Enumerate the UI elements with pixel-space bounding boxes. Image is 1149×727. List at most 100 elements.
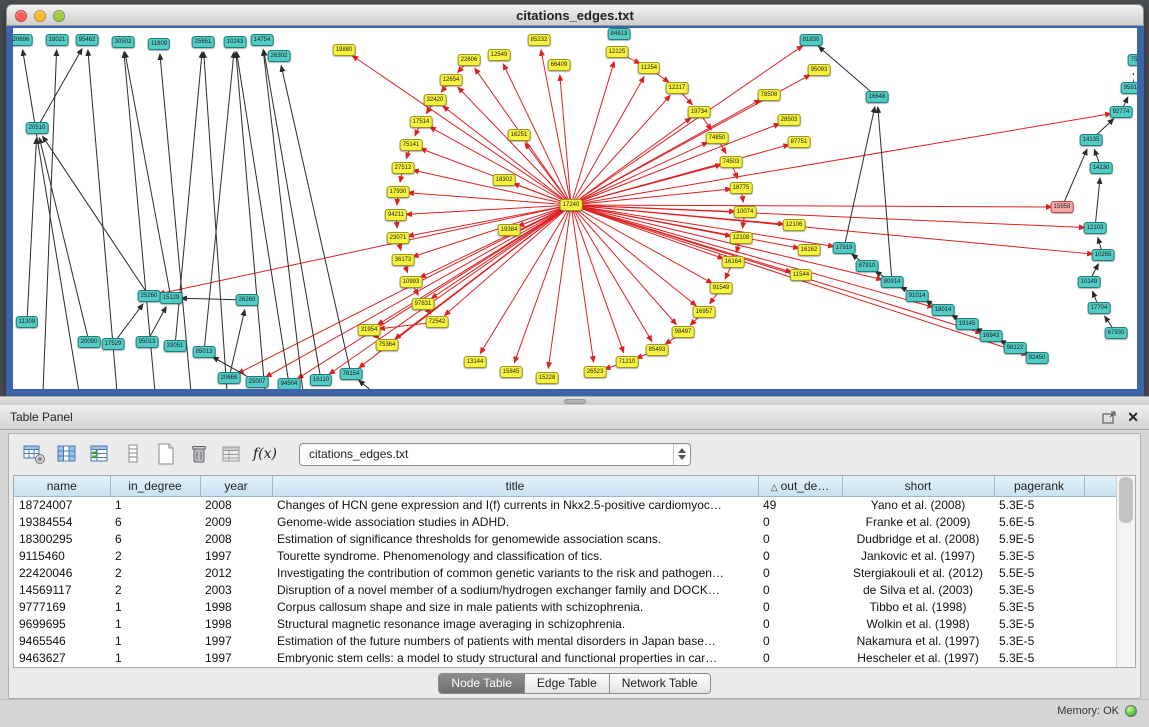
table-settings-icon[interactable] — [21, 441, 47, 467]
graph-edge[interactable] — [204, 52, 227, 389]
graph-edge[interactable] — [159, 205, 571, 294]
graph-node[interactable]: 11254 — [638, 62, 660, 74]
graph-node[interactable]: 92774 — [1110, 106, 1133, 118]
window-minimize-button[interactable] — [34, 10, 46, 22]
graph-edge[interactable] — [571, 205, 799, 248]
table-row[interactable]: 969969511998Structural magnetic resonanc… — [14, 616, 1116, 633]
graph-node[interactable]: 15845 — [500, 366, 523, 378]
graph-node[interactable]: 20510 — [26, 122, 49, 134]
graph-node[interactable]: 32420 — [424, 94, 447, 106]
graph-node[interactable]: 33051 — [164, 340, 187, 352]
graph-edge[interactable] — [431, 205, 571, 298]
graph-node[interactable]: 67930 — [1105, 327, 1128, 339]
graph-node[interactable]: 17529 — [102, 338, 125, 350]
graph-node[interactable]: 12549 — [488, 49, 511, 61]
window-close-button[interactable] — [15, 10, 27, 22]
graph-node[interactable]: 95462 — [76, 34, 99, 46]
graph-node[interactable]: 11309 — [16, 316, 38, 328]
graph-node[interactable]: 16648 — [866, 91, 889, 103]
graph-edge[interactable] — [571, 205, 676, 324]
panel-resize-handle[interactable] — [0, 396, 1149, 405]
graph-edge[interactable] — [1095, 178, 1100, 228]
graph-node[interactable]: 26260 — [236, 294, 259, 306]
graph-node[interactable]: 15129 — [160, 292, 183, 304]
graph-node[interactable]: 85232 — [528, 34, 551, 46]
tab-edge-table[interactable]: Edge Table — [525, 674, 610, 693]
graph-edge[interactable] — [238, 205, 571, 373]
table-scrollbar[interactable] — [1116, 476, 1135, 667]
graph-node[interactable]: 66409 — [548, 59, 571, 71]
graph-node[interactable]: 85493 — [646, 344, 669, 356]
graph-edge[interactable] — [571, 62, 614, 205]
graph-node[interactable]: 84613 — [608, 28, 631, 40]
graph-edge[interactable] — [878, 107, 892, 282]
graph-node[interactable]: 74850 — [706, 132, 729, 144]
graph-edge[interactable] — [525, 143, 571, 205]
table-selector-dropdown[interactable]: citations_edges.txt — [299, 443, 691, 466]
graph-node[interactable]: 87910 — [856, 260, 879, 272]
graph-node[interactable]: 91014 — [906, 290, 929, 302]
graph-node[interactable]: 12125 — [606, 46, 629, 58]
graph-node[interactable]: 10149 — [1078, 276, 1101, 288]
graph-node[interactable]: 16162 — [798, 244, 821, 256]
float-panel-icon[interactable] — [1102, 411, 1117, 424]
delete-table-icon[interactable] — [186, 441, 212, 467]
graph-node[interactable]: 23071 — [387, 232, 410, 244]
edit-table-icon[interactable] — [87, 441, 113, 467]
graph-node[interactable]: 17240 — [560, 199, 583, 211]
graph-edge[interactable] — [571, 46, 803, 205]
column-header-title[interactable]: title — [272, 476, 758, 496]
graph-node[interactable]: 25007 — [246, 376, 269, 388]
graph-node[interactable]: 17930 — [387, 186, 410, 198]
graph-node[interactable]: 78508 — [758, 89, 781, 101]
graph-node[interactable]: 22606 — [458, 54, 481, 66]
graph-node[interactable]: 26523 — [584, 366, 607, 378]
graph-node[interactable]: 31954 — [358, 324, 381, 336]
graph-node[interactable]: 12217 — [666, 82, 689, 94]
graph-node[interactable]: 71210 — [616, 356, 639, 368]
graph-edge[interactable] — [571, 145, 789, 205]
graph-node[interactable]: 98497 — [672, 326, 695, 338]
graph-edge[interactable] — [237, 52, 289, 384]
graph-node[interactable]: 14754 — [251, 34, 274, 46]
graph-node[interactable]: 18014 — [932, 304, 955, 316]
graph-node[interactable]: 98122 — [1004, 342, 1027, 354]
graph-node[interactable]: 10243 — [224, 36, 247, 48]
graph-node[interactable]: 91549 — [710, 282, 733, 294]
graph-edge[interactable] — [443, 106, 571, 205]
graph-node[interactable]: 16251 — [508, 129, 531, 141]
graph-edge[interactable] — [263, 50, 303, 389]
graph-edge[interactable] — [329, 205, 571, 374]
graph-edge[interactable] — [266, 205, 571, 377]
column-header-out_de[interactable]: △out_de… — [758, 476, 842, 496]
graph-node[interactable]: 12106 — [783, 219, 806, 231]
graph-node[interactable]: 18302 — [493, 174, 516, 186]
graph-node[interactable]: 19384 — [498, 224, 521, 236]
graph-node[interactable]: 14135 — [1080, 134, 1103, 146]
graph-edge[interactable] — [23, 50, 79, 389]
graph-edge[interactable] — [125, 52, 171, 298]
graph-node[interactable]: 14130 — [1090, 162, 1113, 174]
table-row[interactable]: 1938455462009Genome-wide association stu… — [14, 513, 1116, 530]
graph-edge[interactable] — [236, 52, 265, 389]
graph-node[interactable]: 12654 — [440, 74, 463, 86]
graph-node[interactable]: 94504 — [278, 378, 301, 389]
graph-edge[interactable] — [430, 127, 571, 205]
graph-edge[interactable] — [27, 138, 36, 322]
graph-node[interactable]: 95013 — [136, 336, 159, 348]
graph-edge[interactable] — [571, 205, 933, 307]
graph-node[interactable]: 27512 — [392, 162, 415, 174]
graph-node[interactable]: 15958 — [1051, 201, 1074, 213]
graph-node[interactable]: 12108 — [730, 232, 753, 244]
network-canvas[interactable]: 2069618021954623050211809256511024314754… — [13, 28, 1137, 389]
graph-node[interactable]: 36173 — [392, 254, 415, 266]
graph-node[interactable]: 16110 — [310, 374, 332, 386]
graph-node[interactable]: 17704 — [1088, 302, 1111, 314]
show-columns-icon[interactable] — [54, 441, 80, 467]
graph-node[interactable]: 30502 — [112, 36, 135, 48]
graph-edge[interactable] — [571, 118, 691, 205]
window-zoom-button[interactable] — [53, 10, 65, 22]
create-table-icon[interactable] — [153, 441, 179, 467]
table-row[interactable]: 2242004622012Investigating the contribut… — [14, 564, 1116, 581]
graph-edge[interactable] — [571, 205, 1052, 207]
